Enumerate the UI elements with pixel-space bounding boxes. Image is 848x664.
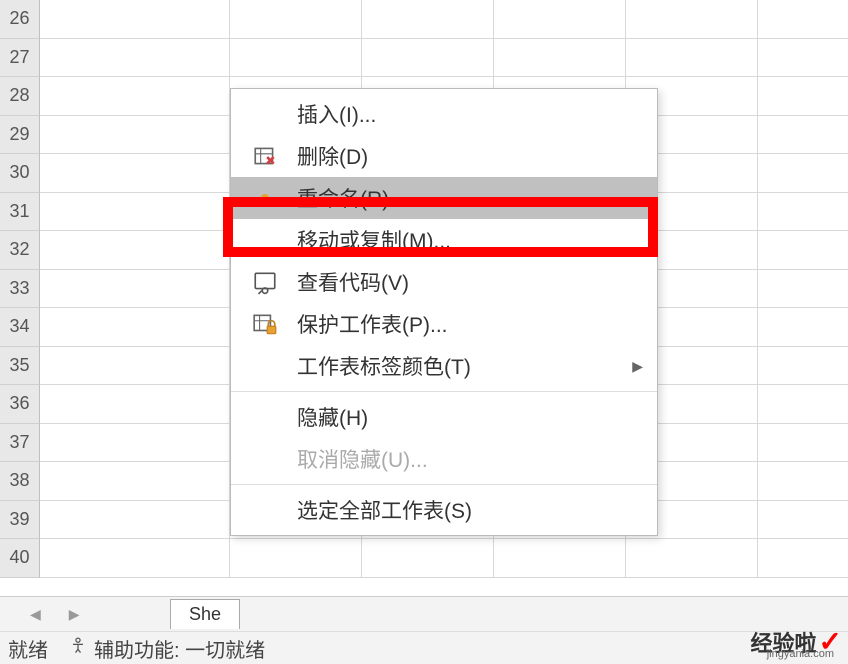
status-bar: 就绪 辅助功能: 一切就绪 <box>0 631 848 664</box>
menu-protect-sheet[interactable]: 保护工作表(P)... <box>231 303 657 345</box>
status-ready: 就绪 <box>8 634 48 663</box>
row-headers: 26 27 28 29 30 31 32 33 34 35 36 37 38 3… <box>0 0 40 578</box>
menu-label: 查看代码(V) <box>285 267 643 297</box>
row-header[interactable]: 29 <box>0 116 40 155</box>
row-header[interactable]: 36 <box>0 385 40 424</box>
accessibility-icon <box>68 636 88 661</box>
protect-sheet-icon <box>245 311 285 337</box>
menu-label: 重命名(R) <box>285 183 643 213</box>
row-header[interactable]: 26 <box>0 0 40 39</box>
chevron-right-icon: ▶ <box>632 358 643 375</box>
menu-label: 隐藏(H) <box>285 402 643 432</box>
sheet-tabs-bar: ◀ ▶ She <box>0 596 848 631</box>
delete-sheet-icon <box>245 143 285 169</box>
menu-label: 选定全部工作表(S) <box>285 495 643 525</box>
menu-separator <box>231 391 657 392</box>
row-header[interactable]: 34 <box>0 308 40 347</box>
next-sheet-button[interactable]: ▶ <box>69 606 80 623</box>
menu-label: 保护工作表(P)... <box>285 309 643 339</box>
row-header[interactable]: 30 <box>0 154 40 193</box>
row-header[interactable]: 38 <box>0 462 40 501</box>
row-header[interactable]: 32 <box>0 231 40 270</box>
row-header[interactable]: 35 <box>0 347 40 386</box>
menu-unhide: 取消隐藏(U)... <box>231 438 657 480</box>
row-header[interactable]: 28 <box>0 77 40 116</box>
menu-label: 移动或复制(M)... <box>285 225 643 255</box>
sheet-tab[interactable]: She <box>170 599 240 629</box>
watermark: 经验啦 ✓ jingyanla.com <box>751 625 842 658</box>
menu-tab-color[interactable]: 工作表标签颜色(T) ▶ <box>231 345 657 387</box>
menu-label: 插入(I)... <box>285 99 643 129</box>
modified-dot-icon <box>245 194 285 202</box>
menu-separator <box>231 484 657 485</box>
menu-move-copy[interactable]: 移动或复制(M)... <box>231 219 657 261</box>
menu-label: 工作表标签颜色(T) <box>285 351 632 381</box>
watermark-url: jingyanla.com <box>767 648 834 660</box>
row-header[interactable]: 27 <box>0 39 40 78</box>
menu-label: 取消隐藏(U)... <box>285 444 643 474</box>
status-accessibility: 辅助功能: 一切就绪 <box>94 634 265 663</box>
row-header[interactable]: 33 <box>0 270 40 309</box>
menu-view-code[interactable]: 查看代码(V) <box>231 261 657 303</box>
menu-delete[interactable]: 删除(D) <box>231 135 657 177</box>
code-icon <box>245 269 285 295</box>
row-header[interactable]: 37 <box>0 424 40 463</box>
row-header[interactable]: 31 <box>0 193 40 232</box>
menu-select-all-sheets[interactable]: 选定全部工作表(S) <box>231 489 657 531</box>
menu-insert[interactable]: 插入(I)... <box>231 93 657 135</box>
menu-hide[interactable]: 隐藏(H) <box>231 396 657 438</box>
row-header[interactable]: 39 <box>0 501 40 540</box>
menu-label: 删除(D) <box>285 141 643 171</box>
row-header[interactable]: 40 <box>0 539 40 578</box>
prev-sheet-button[interactable]: ◀ <box>30 606 41 623</box>
menu-rename[interactable]: 重命名(R) <box>231 177 657 219</box>
sheet-context-menu: 插入(I)... 删除(D) 重命名(R) 移动或复制(M)... 查看代码(V… <box>230 88 658 536</box>
